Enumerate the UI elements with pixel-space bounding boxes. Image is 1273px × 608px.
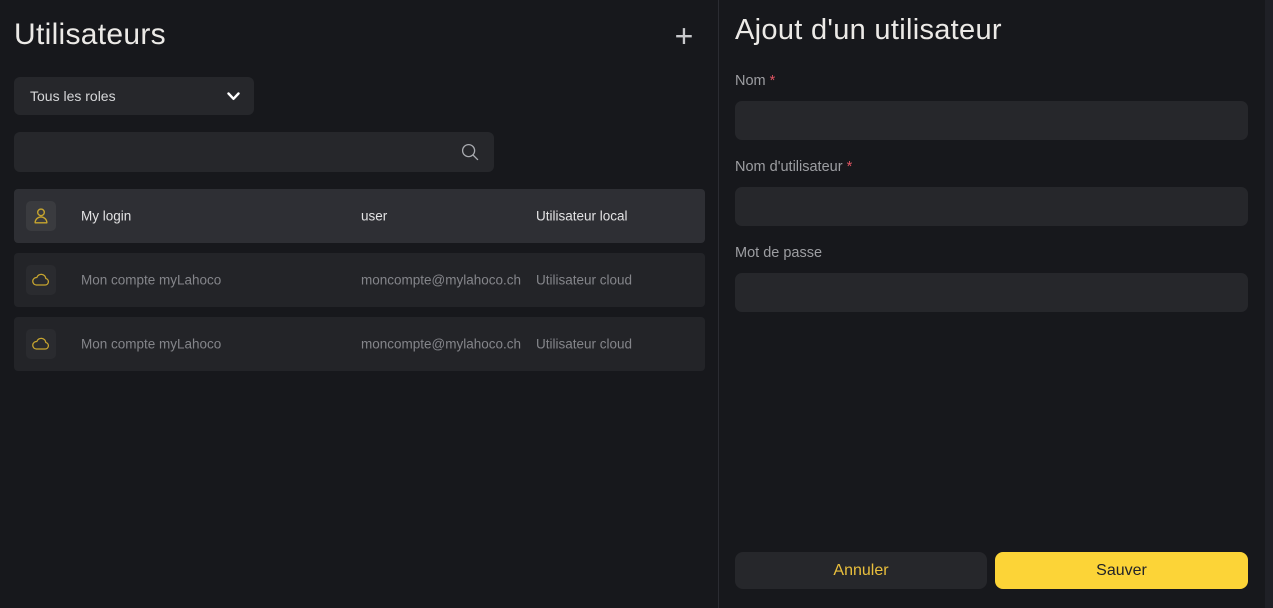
person-icon	[34, 208, 48, 224]
user-row[interactable]: Mon compte myLahoco moncompte@mylahoco.c…	[14, 317, 705, 371]
nom-utilisateur-input[interactable]	[735, 187, 1248, 226]
page-title: Utilisateurs	[14, 18, 166, 51]
user-avatar	[26, 265, 56, 295]
user-type: Utilisateur local	[536, 208, 628, 224]
search-icon	[460, 142, 480, 162]
chevron-down-icon	[227, 91, 240, 101]
nom-input[interactable]	[735, 101, 1248, 140]
field-label: Nom d'utilisateur	[735, 159, 843, 175]
add-user-button[interactable]: +	[668, 19, 700, 53]
form-field: Nom *	[735, 73, 1248, 140]
user-type: Utilisateur cloud	[536, 272, 633, 288]
required-asterisk: *	[765, 73, 776, 89]
user-name: My login	[81, 208, 132, 224]
mot-de-passe-input[interactable]	[735, 273, 1248, 312]
user-search	[14, 132, 494, 172]
form-field: Mot de passe *	[735, 245, 1248, 312]
form-fields: Nom * Nom d'utilisateur * Mot de passe *	[735, 73, 1248, 312]
user-login: moncompte@mylahoco.ch	[361, 272, 522, 288]
user-list: My login user Utilisateur local Mon comp…	[14, 189, 705, 381]
cloud-icon	[32, 273, 50, 286]
user-avatar	[26, 329, 56, 359]
required-asterisk: *	[842, 159, 853, 175]
save-button[interactable]: Sauver	[995, 552, 1248, 589]
form-field: Nom d'utilisateur *	[735, 159, 1248, 226]
user-login: user	[361, 208, 388, 224]
form-actions: Annuler Sauver	[735, 552, 1248, 589]
user-name: Mon compte myLahoco	[81, 336, 222, 352]
user-row[interactable]: Mon compte myLahoco moncompte@mylahoco.c…	[14, 253, 705, 307]
user-login: moncompte@mylahoco.ch	[361, 336, 522, 352]
role-filter-dropdown[interactable]: Tous les roles	[14, 77, 254, 115]
users-panel: Utilisateurs + Tous les roles My login u…	[0, 0, 719, 608]
user-name: Mon compte myLahoco	[81, 272, 222, 288]
user-avatar	[26, 201, 56, 231]
panel-title: Ajout d'un utilisateur	[735, 14, 1002, 46]
plus-icon: +	[674, 18, 694, 54]
user-type: Utilisateur cloud	[536, 336, 633, 352]
add-user-panel: Ajout d'un utilisateur Nom * Nom d'utili…	[719, 0, 1265, 608]
scrollbar[interactable]	[1265, 0, 1273, 608]
search-input[interactable]	[14, 132, 494, 172]
cancel-button[interactable]: Annuler	[735, 552, 987, 589]
field-label: Mot de passe	[735, 245, 823, 261]
field-label: Nom	[735, 73, 766, 89]
role-filter-value: Tous les roles	[30, 88, 116, 104]
user-row[interactable]: My login user Utilisateur local	[14, 189, 705, 243]
cloud-icon	[32, 337, 50, 350]
